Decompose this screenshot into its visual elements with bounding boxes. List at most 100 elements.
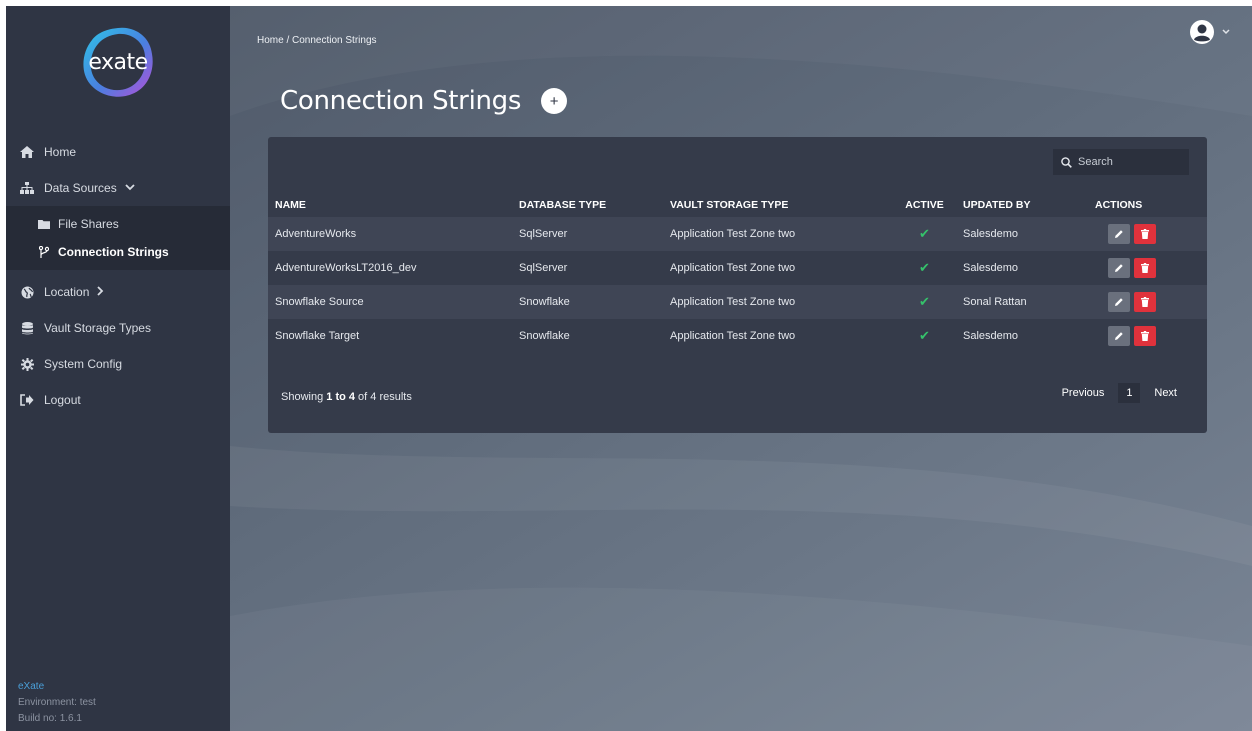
sidebar-item-label: Connection Strings: [58, 245, 169, 259]
main-content: Home / Connection Strings Connection Str…: [230, 6, 1252, 731]
page-header: Connection Strings +: [280, 86, 568, 116]
data-sources-submenu: File Shares Connection Strings: [6, 206, 230, 270]
chevron-down-icon: [125, 183, 135, 194]
sign-out-icon: [20, 393, 34, 407]
exate-logo[interactable]: exate: [78, 22, 158, 102]
sidebar-item-logout[interactable]: Logout: [6, 382, 230, 418]
footer-build: Build no: 1.6.1: [18, 713, 82, 724]
sidebar-item-system-config[interactable]: System Config: [6, 346, 230, 382]
pencil-icon: [1115, 332, 1123, 340]
sidebar-item-label: Data Sources: [44, 181, 117, 195]
delete-button[interactable]: [1134, 258, 1156, 278]
search-box[interactable]: [1053, 149, 1189, 175]
sidebar-item-label: File Shares: [58, 217, 119, 231]
breadcrumb: Home / Connection Strings: [257, 35, 377, 46]
sidebar-footer: eXate Environment: test Build no: 1.6.1: [18, 679, 96, 727]
column-header-actions: ACTIONS: [1095, 199, 1143, 211]
chevron-right-icon: [97, 285, 104, 299]
gear-icon: [20, 357, 34, 371]
trash-icon: [1141, 229, 1149, 239]
cell-database-type: Snowflake: [519, 330, 570, 342]
globe-icon: [20, 285, 34, 299]
cell-vault-storage-type: Application Test Zone two: [670, 228, 796, 240]
sidebar-item-label: Vault Storage Types: [44, 321, 151, 335]
cell-updated-by: Salesdemo: [963, 228, 1019, 240]
sidebar-item-data-sources[interactable]: Data Sources: [6, 170, 230, 206]
summary-range: 1 to 4: [326, 391, 355, 403]
column-header-active[interactable]: ACTIVE: [893, 193, 956, 217]
table-row[interactable]: Snowflake Source Snowflake Application T…: [268, 285, 1207, 319]
table-row[interactable]: AdventureWorks SqlServer Application Tes…: [268, 217, 1207, 251]
cell-active: ✔: [893, 319, 956, 353]
next-page-button[interactable]: Next: [1154, 387, 1177, 399]
sidebar-item-label: Home: [44, 145, 77, 159]
trash-icon: [1141, 297, 1149, 307]
trash-icon: [1141, 263, 1149, 273]
delete-button[interactable]: [1134, 224, 1156, 244]
app-frame: exate Home Data Sources File Shares Conn…: [6, 6, 1252, 731]
column-header-updated-by[interactable]: UPDATED BY: [956, 193, 1078, 217]
sidebar-nav: Home Data Sources File Shares Connection…: [6, 134, 230, 418]
sidebar-item-file-shares[interactable]: File Shares: [6, 210, 230, 238]
sidebar-item-vault-storage-types[interactable]: Vault Storage Types: [6, 310, 230, 346]
column-header-database-type[interactable]: DATABASE TYPE: [512, 193, 663, 217]
logo-text: exate: [88, 49, 148, 75]
results-summary: Showing 1 to 4 of 4 results: [281, 391, 412, 403]
footer-environment: Environment: test: [18, 697, 96, 708]
pagination: Previous 1 Next: [1062, 383, 1177, 403]
sidebar-item-home[interactable]: Home: [6, 134, 230, 170]
delete-button[interactable]: [1134, 326, 1156, 346]
cell-name: AdventureWorksLT2016_dev: [275, 262, 417, 274]
chevron-down-icon: [1222, 27, 1230, 37]
sitemap-icon: [20, 181, 34, 195]
home-icon: [20, 145, 34, 159]
check-icon: ✔: [919, 294, 930, 309]
table-row[interactable]: Snowflake Target Snowflake Application T…: [268, 319, 1207, 353]
check-icon: ✔: [919, 260, 930, 275]
cell-active: ✔: [893, 217, 956, 251]
cell-actions: [1078, 319, 1207, 353]
edit-button[interactable]: [1108, 292, 1130, 312]
trash-icon: [1141, 331, 1149, 341]
column-header-name[interactable]: NAME: [268, 193, 512, 217]
sidebar-item-label: Location: [44, 285, 90, 299]
summary-suffix: of 4 results: [355, 391, 412, 403]
cell-database-type: Snowflake: [519, 296, 570, 308]
table-row[interactable]: AdventureWorksLT2016_dev SqlServer Appli…: [268, 251, 1207, 285]
search-input[interactable]: [1078, 156, 1178, 168]
page-1-button[interactable]: 1: [1118, 383, 1141, 403]
cell-name: Snowflake Target: [275, 330, 360, 342]
add-connection-string-button[interactable]: +: [541, 88, 568, 114]
user-avatar-icon: [1190, 20, 1214, 44]
column-header-vault-storage-type[interactable]: VAULT STORAGE TYPE: [663, 193, 893, 217]
cell-name: Snowflake Source: [275, 296, 364, 308]
cell-name: AdventureWorks: [275, 228, 357, 240]
cell-database-type: SqlServer: [519, 228, 568, 240]
footer-brand: eXate: [18, 681, 45, 692]
cell-vault-storage-type: Application Test Zone two: [670, 262, 796, 274]
summary-prefix: Showing: [281, 391, 327, 403]
edit-button[interactable]: [1108, 326, 1130, 346]
user-menu[interactable]: [1190, 20, 1230, 44]
pencil-icon: [1115, 264, 1123, 272]
sidebar-item-connection-strings[interactable]: Connection Strings: [6, 238, 230, 266]
previous-page-button[interactable]: Previous: [1062, 387, 1105, 399]
cell-actions: [1078, 217, 1207, 251]
cell-actions: [1078, 285, 1207, 319]
sidebar-item-label: Logout: [44, 393, 81, 407]
database-icon: [20, 321, 34, 335]
cell-database-type: SqlServer: [519, 262, 568, 274]
sidebar: exate Home Data Sources File Shares Conn…: [6, 6, 230, 731]
search-icon: [1061, 156, 1072, 168]
sidebar-item-location[interactable]: Location: [6, 274, 230, 310]
delete-button[interactable]: [1134, 292, 1156, 312]
cell-updated-by: Salesdemo: [963, 330, 1019, 342]
cell-vault-storage-type: Application Test Zone two: [670, 330, 796, 342]
folder-icon: [38, 218, 50, 230]
edit-button[interactable]: [1108, 224, 1130, 244]
cell-vault-storage-type: Application Test Zone two: [670, 296, 796, 308]
branch-icon: [38, 246, 50, 258]
edit-button[interactable]: [1108, 258, 1130, 278]
connection-strings-table: NAME DATABASE TYPE VAULT STORAGE TYPE AC…: [268, 193, 1207, 353]
page-title: Connection Strings: [280, 86, 522, 116]
